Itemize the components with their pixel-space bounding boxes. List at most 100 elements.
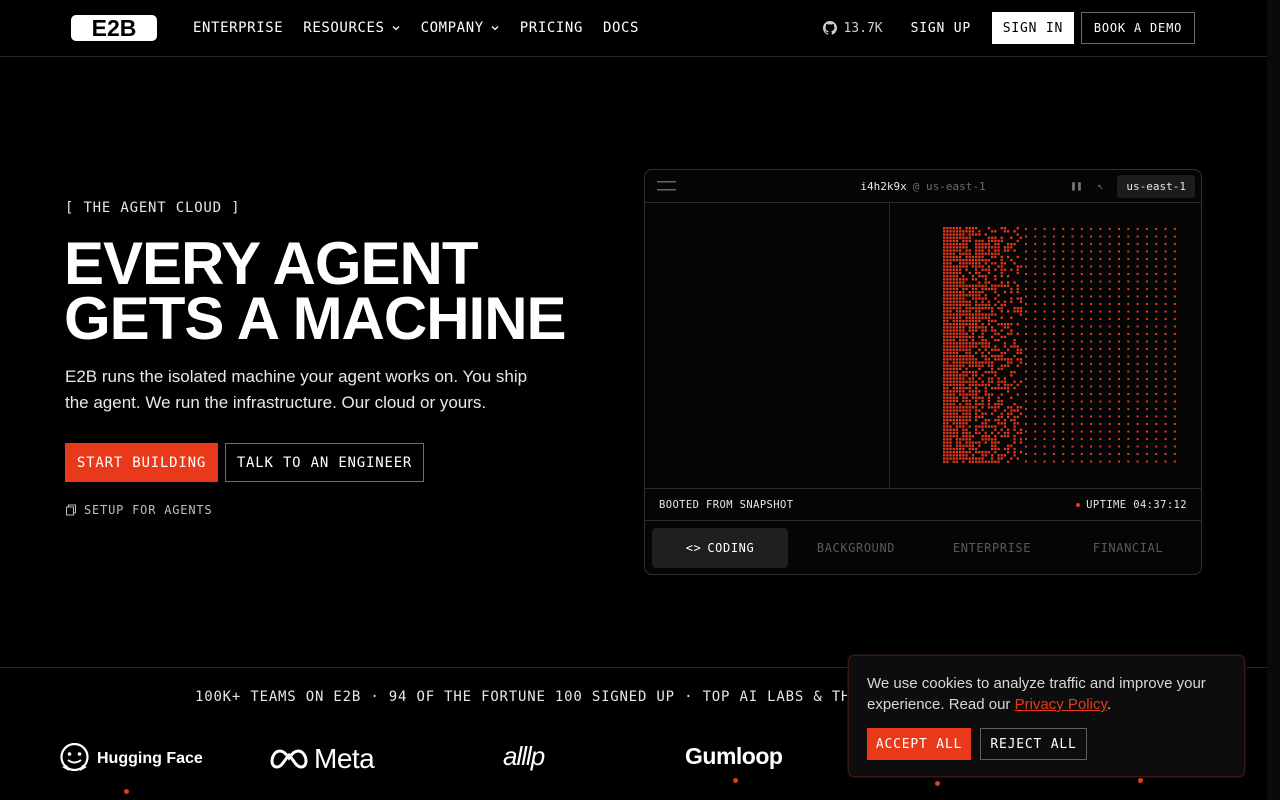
grid-dot: [978, 397, 980, 399]
host-id: i4h2k9x: [860, 180, 906, 193]
nav-pricing[interactable]: PRICING: [520, 20, 583, 36]
grid-dot: [946, 409, 948, 411]
grid-dot: [1062, 453, 1064, 455]
book-demo-button[interactable]: BOOK A DEMO: [1081, 12, 1195, 44]
github-stars-link[interactable]: 13.7K: [823, 21, 882, 36]
grid-dot: [949, 227, 951, 229]
live-dot-icon: [1076, 503, 1080, 507]
grid-dot: [959, 387, 961, 389]
sign-in-button[interactable]: SIGN IN: [992, 12, 1074, 44]
grid-dot: [946, 429, 948, 431]
grid-dot: [1127, 326, 1129, 328]
logo-hugging-face: Hugging Face: [58, 743, 203, 775]
grid-dot: [1010, 297, 1012, 299]
grid-dot: [1034, 393, 1036, 395]
grid-dot: [949, 259, 951, 261]
grid-dot: [1004, 230, 1006, 232]
grid-dot: [1004, 269, 1006, 271]
grid-dot: [985, 355, 987, 357]
grid-dot: [1004, 323, 1006, 325]
grid-dot: [943, 297, 945, 299]
grid-dot: [1025, 303, 1027, 305]
nav-resources[interactable]: RESOURCES: [303, 20, 400, 36]
grid-dot: [943, 265, 945, 267]
grid-dot: [1004, 365, 1006, 367]
tab-background[interactable]: BACKGROUND: [788, 528, 924, 568]
talk-to-engineer-button[interactable]: TALK TO AN ENGINEER: [225, 443, 424, 482]
grid-dot: [975, 425, 977, 427]
grid-dot: [1174, 318, 1176, 320]
grid-dot: [946, 425, 948, 427]
nav-enterprise[interactable]: ENTERPRISE: [193, 20, 283, 36]
grid-dot: [949, 297, 951, 299]
grid-dot: [1017, 457, 1019, 459]
grid-dot: [978, 243, 980, 245]
grid-dot: [965, 358, 967, 360]
copy-icon: [65, 504, 77, 516]
sign-up-link[interactable]: SIGN UP: [911, 21, 971, 36]
grid-dot: [953, 454, 955, 456]
grid-dot: [943, 240, 945, 242]
grid-dot: [965, 355, 967, 357]
page-scrollbar[interactable]: [1267, 0, 1280, 800]
grid-dot: [1053, 243, 1055, 245]
grid-dot: [943, 288, 945, 290]
grid-dot: [946, 291, 948, 293]
nav-company[interactable]: COMPANY: [421, 20, 500, 36]
grid-dot: [1010, 419, 1012, 421]
privacy-policy-link[interactable]: Privacy Policy: [1015, 696, 1107, 713]
cursor-icon[interactable]: ↖: [1093, 180, 1107, 194]
grid-dot: [969, 435, 971, 437]
grid-dot: [985, 246, 987, 248]
region-pill[interactable]: us-east-1: [1117, 175, 1195, 198]
grid-dot: [1004, 422, 1006, 424]
grid-dot: [959, 422, 961, 424]
grid-dot: [946, 384, 948, 386]
grid-dot: [962, 253, 964, 255]
grid-dot: [1165, 356, 1167, 358]
grid-dot: [943, 256, 945, 258]
grid-dot: [1174, 401, 1176, 403]
grid-dot: [981, 413, 983, 415]
grid-dot: [962, 326, 964, 328]
grid-dot: [949, 339, 951, 341]
grid-dot: [965, 230, 967, 232]
grid-dot: [965, 352, 967, 354]
grid-dot: [1010, 457, 1012, 459]
grid-dot: [1034, 288, 1036, 290]
grid-dot: [949, 256, 951, 258]
reject-cookies-button[interactable]: REJECT ALL: [980, 728, 1087, 760]
grid-dot: [959, 329, 961, 331]
grid-dot: [953, 358, 955, 360]
grid-dot: [1174, 281, 1176, 283]
grid-dot: [1118, 303, 1120, 305]
setup-for-agents-link[interactable]: SETUP FOR AGENTS: [65, 503, 212, 517]
grid-dot: [985, 326, 987, 328]
grid-dot: [972, 374, 974, 376]
tab-enterprise[interactable]: ENTERPRISE: [924, 528, 1060, 568]
e2b-logo[interactable]: E2B: [71, 15, 157, 41]
grid-dot: [988, 365, 990, 367]
grid-dot: [994, 275, 996, 277]
grid-dot: [1109, 423, 1111, 425]
grid-dot: [946, 329, 948, 331]
start-building-button[interactable]: START BUILDING: [65, 443, 218, 482]
grid-dot: [959, 317, 961, 319]
pause-icon[interactable]: ❚❚: [1069, 180, 1083, 194]
tab-financial[interactable]: FINANCIAL: [1060, 528, 1196, 568]
grid-dot: [956, 397, 958, 399]
grid-dot: [1007, 310, 1009, 312]
tab-coding[interactable]: <> CODING: [652, 528, 788, 568]
grid-dot: [962, 240, 964, 242]
grid-dot: [1044, 363, 1046, 365]
grid-dot: [962, 339, 964, 341]
uptime-text: UPTIME 04:37:12: [1086, 499, 1187, 511]
accept-cookies-button[interactable]: ACCEPT ALL: [867, 728, 971, 760]
grid-dot: [997, 387, 999, 389]
grid-dot: [956, 400, 958, 402]
grid-dot: [1072, 281, 1074, 283]
nav-docs[interactable]: DOCS: [603, 20, 639, 36]
grid-dot: [943, 400, 945, 402]
grid-dot: [959, 384, 961, 386]
grid-dot: [994, 230, 996, 232]
